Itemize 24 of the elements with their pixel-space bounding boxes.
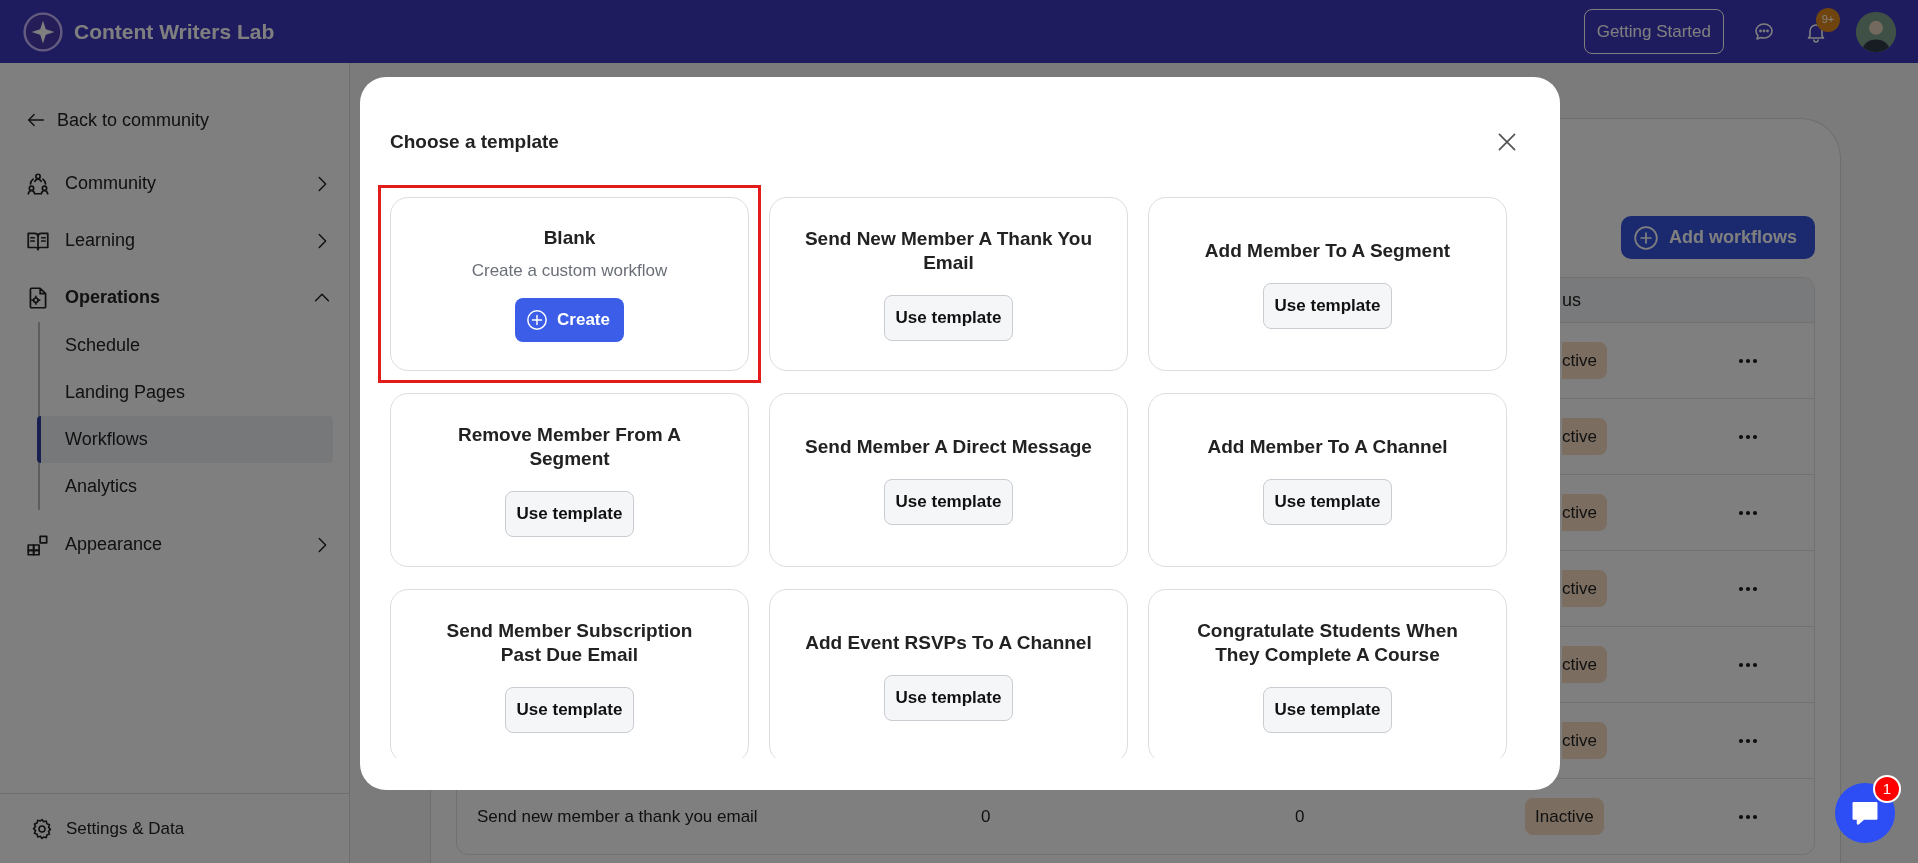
notification-badge: 9+ [1816, 7, 1840, 32]
table-cell-text: Send new member a thank you email [476, 805, 759, 828]
app-title: Content Writers Lab [74, 18, 275, 45]
status-badge: ctive [1562, 645, 1607, 684]
template-title: Add Member To A Segment [1204, 239, 1451, 263]
status-badge: ctive [1562, 493, 1607, 532]
status-badge: ctive [1562, 341, 1607, 380]
status-badge: Inactive [1525, 797, 1604, 836]
template-description: Create a custom workflow [471, 260, 668, 283]
status-badge: ctive [1562, 721, 1607, 760]
template-title: Add Event RSVPs To A Channel [805, 631, 1092, 655]
status-badge: ctive [1562, 569, 1607, 608]
template-title: Congratulate Students When They Complete A Course [1196, 619, 1459, 667]
status-badge: ctive [1562, 417, 1607, 456]
template-title: Blank [543, 226, 596, 251]
table-cell-text: 0 [981, 805, 992, 828]
template-title: Send Member A Direct Message [805, 435, 1092, 459]
template-title: Send New Member A Thank You Email [803, 227, 1094, 275]
template-title: Remove Member From A Segment [456, 423, 683, 471]
template-title: Add Member To A Channel [1207, 435, 1448, 459]
table-cell-text: 0 [1295, 805, 1306, 828]
template-title: Send Member Subscription Past Due Email [445, 619, 694, 667]
dialog-title: Choose a template [390, 129, 559, 154]
column-header: us [1561, 288, 1582, 312]
